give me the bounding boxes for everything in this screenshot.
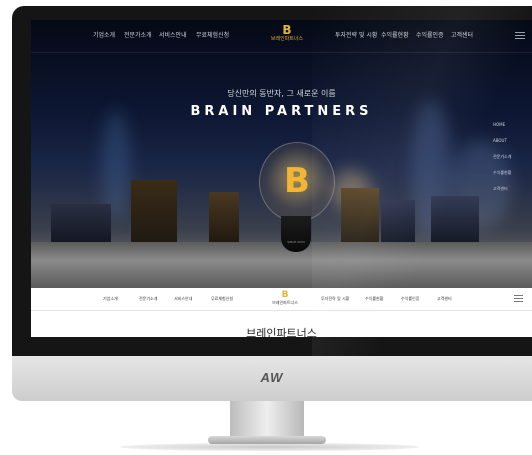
nav-item-certified[interactable]: 수익률인증 (416, 30, 444, 39)
side-nav-returns[interactable]: 수익률현황 (493, 170, 511, 176)
subnav-item-support[interactable]: 고객센터 (437, 296, 452, 302)
side-nav-support[interactable]: 고객센터 (493, 186, 508, 192)
nav-item-company[interactable]: 기업소개 (93, 30, 115, 39)
subnav-item-strategy[interactable]: 투자전략 및 시황 (321, 296, 349, 302)
subnav-logo-text: 브레인파트너스 (272, 300, 298, 305)
building (431, 196, 479, 242)
lightbulb: B (259, 142, 335, 222)
bulb-base-text: SINCE 2009 (287, 240, 305, 244)
hero-brand: BRAIN PARTNERS (190, 104, 373, 119)
monitor-chin: AW (12, 356, 532, 401)
logo-text: 브레인파트너스 (270, 36, 304, 42)
nav-item-free-trial[interactable]: 무료체험신청 (196, 30, 229, 39)
ground (31, 242, 532, 288)
building (131, 180, 177, 242)
b-logo-icon: B (282, 23, 292, 37)
subnav-item-services[interactable]: 서비스안내 (174, 296, 192, 302)
monitor-brand-logo: AW (260, 370, 284, 385)
monitor-stand-neck (230, 401, 304, 439)
building (341, 188, 379, 242)
building (381, 200, 415, 242)
nav-item-services[interactable]: 서비스안내 (159, 30, 187, 39)
hero-tagline: 당신만의 동반자, 그 새로운 이름 (227, 89, 336, 98)
side-nav-experts[interactable]: 전문가소개 (493, 154, 511, 160)
sticky-nav: 기업소개 전문가소개 서비스안내 무료체험신청 B 브레인파트너스 투자전략 및… (31, 288, 532, 311)
b-logo-icon: B (281, 290, 289, 300)
hamburger-icon[interactable] (515, 32, 525, 39)
building (51, 204, 111, 242)
monitor-bezel: 기업소개 전문가소개 서비스안내 무료체험신청 B 브레인파트너스 투자전략 및… (12, 6, 532, 356)
bulb-base: SINCE 2009 (281, 216, 311, 252)
subnav-item-returns[interactable]: 수익률현황 (365, 296, 383, 302)
nav-item-strategy[interactable]: 투자전략 및 시황 (335, 30, 377, 39)
subnav-item-certified[interactable]: 수익률인증 (401, 296, 419, 302)
building (209, 192, 239, 242)
hero-banner: 기업소개 전문가소개 서비스안내 무료체험신청 B 브레인파트너스 투자전략 및… (31, 20, 532, 288)
nav-item-experts[interactable]: 전문가소개 (124, 30, 152, 39)
bulb-logo-icon: B (284, 161, 310, 201)
side-nav-home[interactable]: HOME (493, 122, 505, 127)
hamburger-icon[interactable] (514, 295, 523, 302)
nav-item-returns[interactable]: 수익률현황 (381, 30, 409, 39)
monitor-shadow (120, 443, 420, 451)
top-nav: 기업소개 전문가소개 서비스안내 무료체험신청 B 브레인파트너스 투자전략 및… (31, 20, 532, 53)
section-title: 브레인파트너스 (246, 327, 317, 337)
side-nav-about[interactable]: ABOUT (493, 138, 507, 143)
subnav-item-company[interactable]: 기업소개 (103, 296, 118, 302)
subnav-item-experts[interactable]: 전문가소개 (139, 296, 157, 302)
subnav-item-free-trial[interactable]: 무료체험신청 (211, 296, 233, 302)
screen: 기업소개 전문가소개 서비스안내 무료체험신청 B 브레인파트너스 투자전략 및… (31, 20, 532, 337)
nav-item-support[interactable]: 고객센터 (451, 30, 473, 39)
monitor: 기업소개 전문가소개 서비스안내 무료체험신청 B 브레인파트너스 투자전략 및… (12, 6, 532, 401)
monitor-stand-foot (208, 436, 326, 444)
subnav-logo[interactable]: B 브레인파트너스 (263, 290, 307, 306)
content-section: 브레인파트너스 (31, 311, 532, 337)
site-logo[interactable]: B 브레인파트너스 (267, 24, 307, 43)
